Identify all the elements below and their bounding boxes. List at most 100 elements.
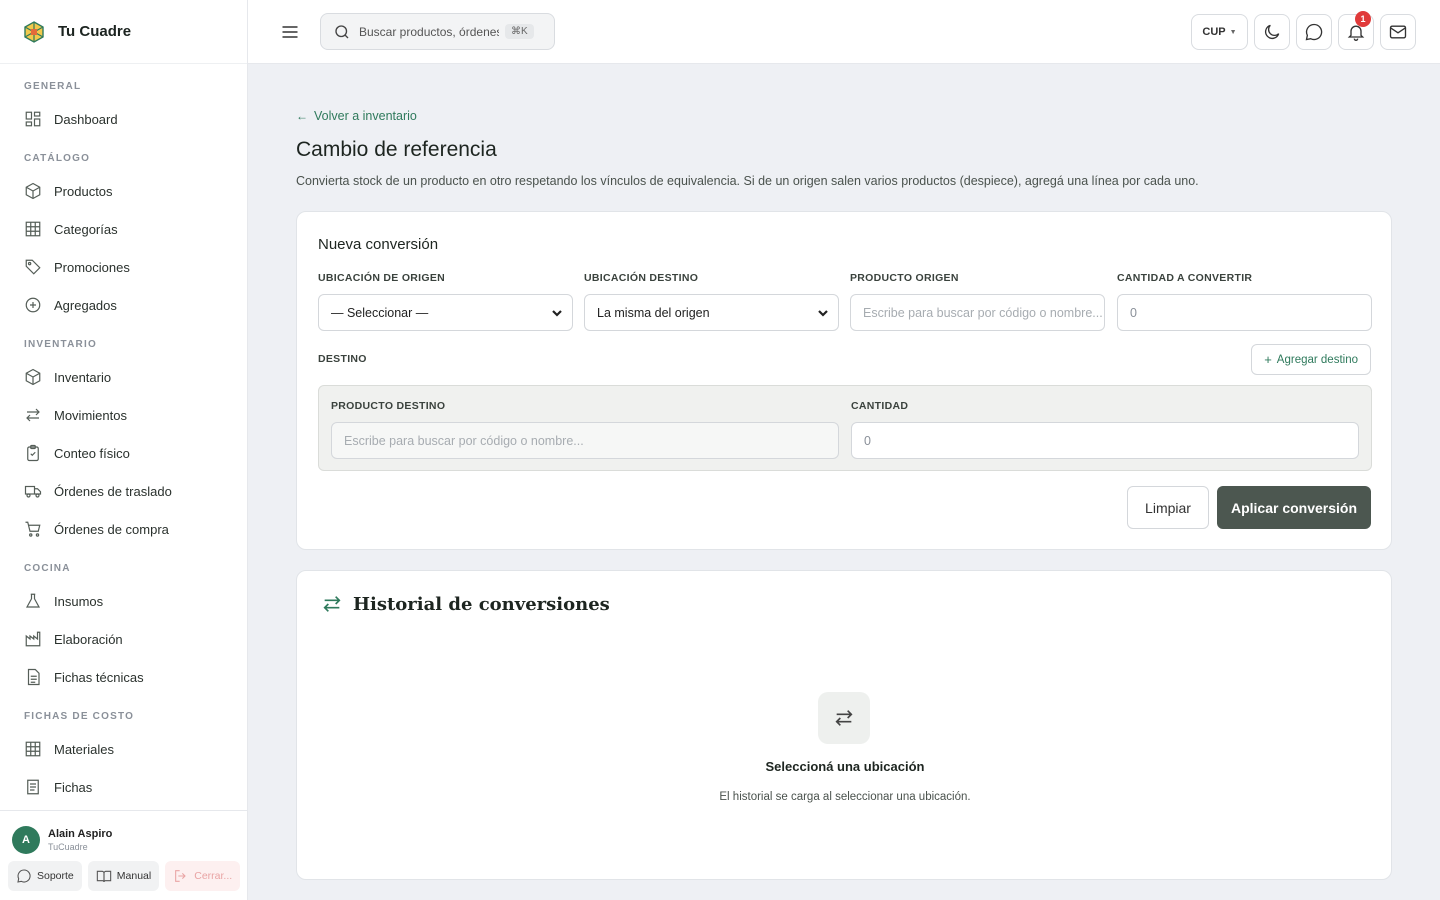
sidebar-item-dashboard[interactable]: Dashboard: [0, 100, 247, 138]
grid-icon: [24, 740, 42, 758]
manual-label: Manual: [116, 870, 152, 882]
sidebar-item-agregados[interactable]: Agregados: [0, 286, 247, 324]
sidebar-item-elaboracion[interactable]: Elaboración: [0, 620, 247, 658]
sidebar-item-categorias[interactable]: Categorías: [0, 210, 247, 248]
dest-product-input[interactable]: Escribe para buscar por código o nombre.…: [331, 422, 839, 459]
field-label: UBICACIÓN DESTINO: [584, 272, 699, 284]
section-title-general: GENERAL: [24, 80, 82, 92]
user-profile[interactable]: A Alain Aspiro TuCuadre: [0, 811, 247, 859]
manual-button[interactable]: Manual: [87, 861, 160, 891]
notification-badge: 1: [1355, 11, 1371, 27]
sidebar-item-fichas-tecnicas[interactable]: Fichas técnicas: [0, 658, 247, 696]
avatar: A: [12, 826, 40, 854]
input-placeholder: 0: [1130, 305, 1137, 320]
input-placeholder: Escribe para buscar por código o nombre.…: [863, 305, 1103, 320]
currency-value: CUP: [1202, 26, 1226, 38]
plus-circle-icon: [24, 296, 42, 314]
user-name: Alain Aspiro: [48, 828, 113, 840]
user-org: TuCuadre: [48, 842, 88, 852]
origin-product-field: PRODUCTO ORIGEN Escribe para buscar por …: [850, 272, 1105, 331]
box-icon: [24, 368, 42, 386]
field-label: CANTIDAD: [851, 400, 909, 412]
theme-toggle-button[interactable]: [1254, 14, 1290, 50]
sidebar-item-inventario[interactable]: Inventario: [0, 358, 247, 396]
apply-conversion-button[interactable]: Aplicar conversión: [1217, 486, 1371, 529]
clear-button[interactable]: Limpiar: [1127, 486, 1209, 529]
conversion-form-card: Nueva conversión UBICACIÓN DE ORIGEN — S…: [296, 211, 1392, 550]
sidebar-item-ordenes-compra[interactable]: Órdenes de compra: [0, 510, 247, 548]
brand-name: Tu Cuadre: [58, 23, 132, 40]
field-label: PRODUCTO ORIGEN: [850, 272, 959, 284]
sidebar-item-fichas[interactable]: Fichas: [0, 768, 247, 806]
book-icon: [96, 870, 111, 883]
quantity-input[interactable]: 0: [1117, 294, 1372, 331]
destination-label: DESTINO: [318, 353, 367, 365]
select-value: La misma del origen: [597, 305, 710, 320]
origin-location-field: UBICACIÓN DE ORIGEN — Seleccionar —: [318, 272, 573, 331]
notifications-button[interactable]: 1: [1338, 11, 1374, 50]
moon-icon: [1264, 24, 1280, 40]
swap-icon: [323, 596, 341, 612]
logout-icon: [175, 870, 186, 882]
empty-state-subtitle: El historial se carga al seleccionar una…: [719, 791, 971, 803]
dest-location-select[interactable]: La misma del origen: [584, 294, 839, 331]
history-header: Historial de conversiones: [321, 593, 610, 615]
back-label: Volver a inventario: [314, 109, 417, 123]
grid-icon: [24, 220, 42, 238]
currency-selector[interactable]: CUP ▼: [1191, 14, 1248, 50]
arrow-left-icon: ←: [296, 109, 308, 123]
field-label: UBICACIÓN DE ORIGEN: [318, 272, 446, 284]
input-placeholder: Escribe para buscar por código o nombre.…: [344, 433, 584, 448]
sidebar-item-label: Materiales: [54, 741, 114, 757]
mail-icon: [1389, 25, 1407, 39]
support-button[interactable]: Soporte: [8, 861, 82, 891]
menu-toggle-button[interactable]: [280, 22, 300, 42]
box-icon: [24, 182, 42, 200]
origin-location-select[interactable]: — Seleccionar —: [318, 294, 573, 331]
sidebar-item-label: Órdenes de traslado: [54, 483, 172, 499]
field-label: PRODUCTO DESTINO: [331, 400, 446, 412]
dest-product-field: PRODUCTO DESTINO Escribe para buscar por…: [331, 400, 839, 459]
add-destination-button[interactable]: + Agregar destino: [1251, 344, 1371, 375]
document-icon: [24, 668, 42, 686]
sidebar-item-label: Elaboración: [54, 631, 123, 647]
dest-quantity-input[interactable]: 0: [851, 422, 1359, 459]
sidebar-item-conteo-fisico[interactable]: Conteo físico: [0, 434, 247, 472]
sidebar-item-promociones[interactable]: Promociones: [0, 248, 247, 286]
back-link[interactable]: ← Volver a inventario: [296, 109, 417, 123]
sidebar-item-label: Insumos: [54, 593, 104, 609]
add-destination-label: Agregar destino: [1276, 353, 1358, 366]
sidebar-item-label: Promociones: [54, 259, 130, 275]
sidebar-item-insumos[interactable]: Insumos: [0, 582, 247, 620]
empty-state-icon: [818, 692, 870, 744]
factory-icon: [24, 630, 42, 648]
sidebar-nav: GENERAL Dashboard CATÁLOGO Productos Cat…: [0, 64, 247, 806]
logout-button[interactable]: Cerrar...: [165, 861, 241, 891]
sidebar-item-label: Movimientos: [54, 407, 127, 423]
sidebar-item-label: Categorías: [54, 221, 118, 237]
search-placeholder: Buscar productos, órdenes...: [359, 24, 499, 39]
page-title: Cambio de referencia: [296, 138, 497, 161]
search-icon: [335, 24, 349, 38]
search-input[interactable]: Buscar productos, órdenes... ⌘K: [320, 13, 555, 50]
sidebar-item-movimientos[interactable]: Movimientos: [0, 396, 247, 434]
brand[interactable]: Tu Cuadre: [0, 0, 247, 64]
history-title: Historial de conversiones: [353, 593, 610, 615]
brand-logo-icon: [22, 20, 46, 44]
sidebar-item-label: Fichas técnicas: [54, 669, 144, 685]
sidebar-item-label: Inventario: [54, 369, 112, 385]
sidebar-item-productos[interactable]: Productos: [0, 172, 247, 210]
sidebar-item-materiales[interactable]: Materiales: [0, 730, 247, 768]
plus-icon: +: [1264, 352, 1272, 367]
mail-button[interactable]: [1380, 14, 1416, 50]
cart-icon: [24, 520, 42, 538]
origin-product-input[interactable]: Escribe para buscar por código o nombre.…: [850, 294, 1105, 331]
card-title: Nueva conversión: [318, 236, 439, 253]
document-icon: [24, 778, 42, 796]
messages-button[interactable]: [1296, 14, 1332, 50]
dest-location-field: UBICACIÓN DESTINO La misma del origen: [584, 272, 839, 331]
section-title-inventario: INVENTARIO: [24, 338, 97, 350]
sidebar-item-ordenes-traslado[interactable]: Órdenes de traslado: [0, 472, 247, 510]
sidebar-item-label: Productos: [54, 183, 113, 199]
chat-icon: [1305, 23, 1323, 41]
